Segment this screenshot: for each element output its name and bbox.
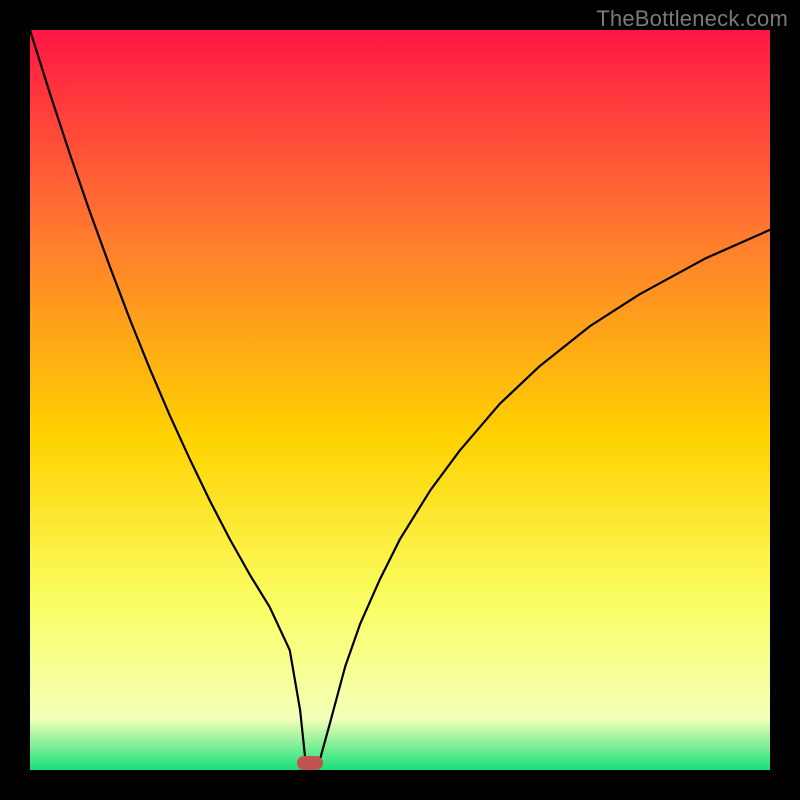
optimum-marker [297,756,323,770]
chart-frame: TheBottleneck.com [0,0,800,800]
watermark-text: TheBottleneck.com [596,6,788,32]
bottleneck-curve [30,30,770,770]
plot-area [30,30,770,770]
